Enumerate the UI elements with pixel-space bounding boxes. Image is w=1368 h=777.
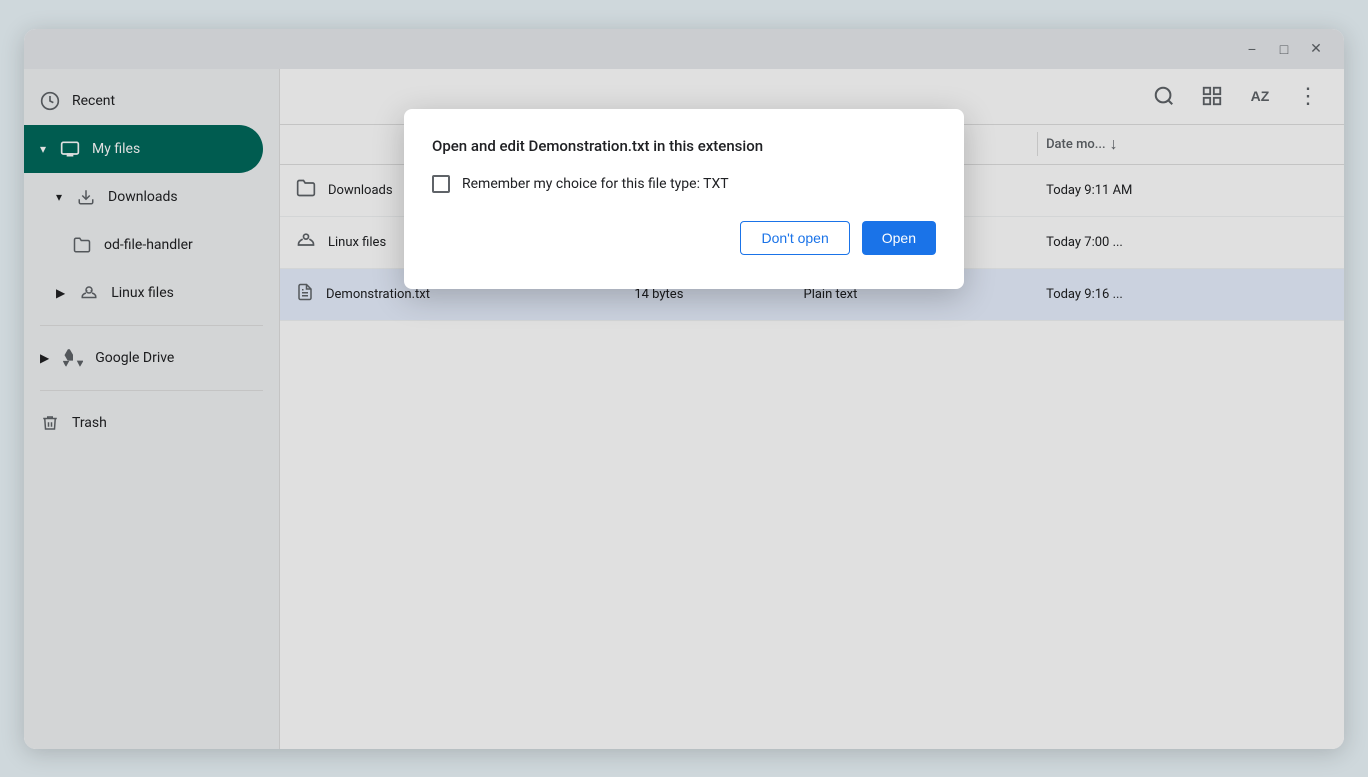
remember-choice-row: Remember my choice for this file type: T… (432, 175, 936, 193)
dialog-title: Open and edit Demonstration.txt in this … (432, 137, 936, 155)
open-file-dialog: Open and edit Demonstration.txt in this … (404, 109, 964, 289)
remember-choice-checkbox[interactable] (432, 175, 450, 193)
dont-open-button[interactable]: Don't open (740, 221, 849, 255)
dialog-actions: Don't open Open (432, 221, 936, 255)
app-window: − □ ✕ Recent ▾ (24, 29, 1344, 749)
dialog-overlay: Open and edit Demonstration.txt in this … (24, 29, 1344, 749)
open-button[interactable]: Open (862, 221, 936, 255)
remember-choice-label: Remember my choice for this file type: T… (462, 176, 729, 192)
